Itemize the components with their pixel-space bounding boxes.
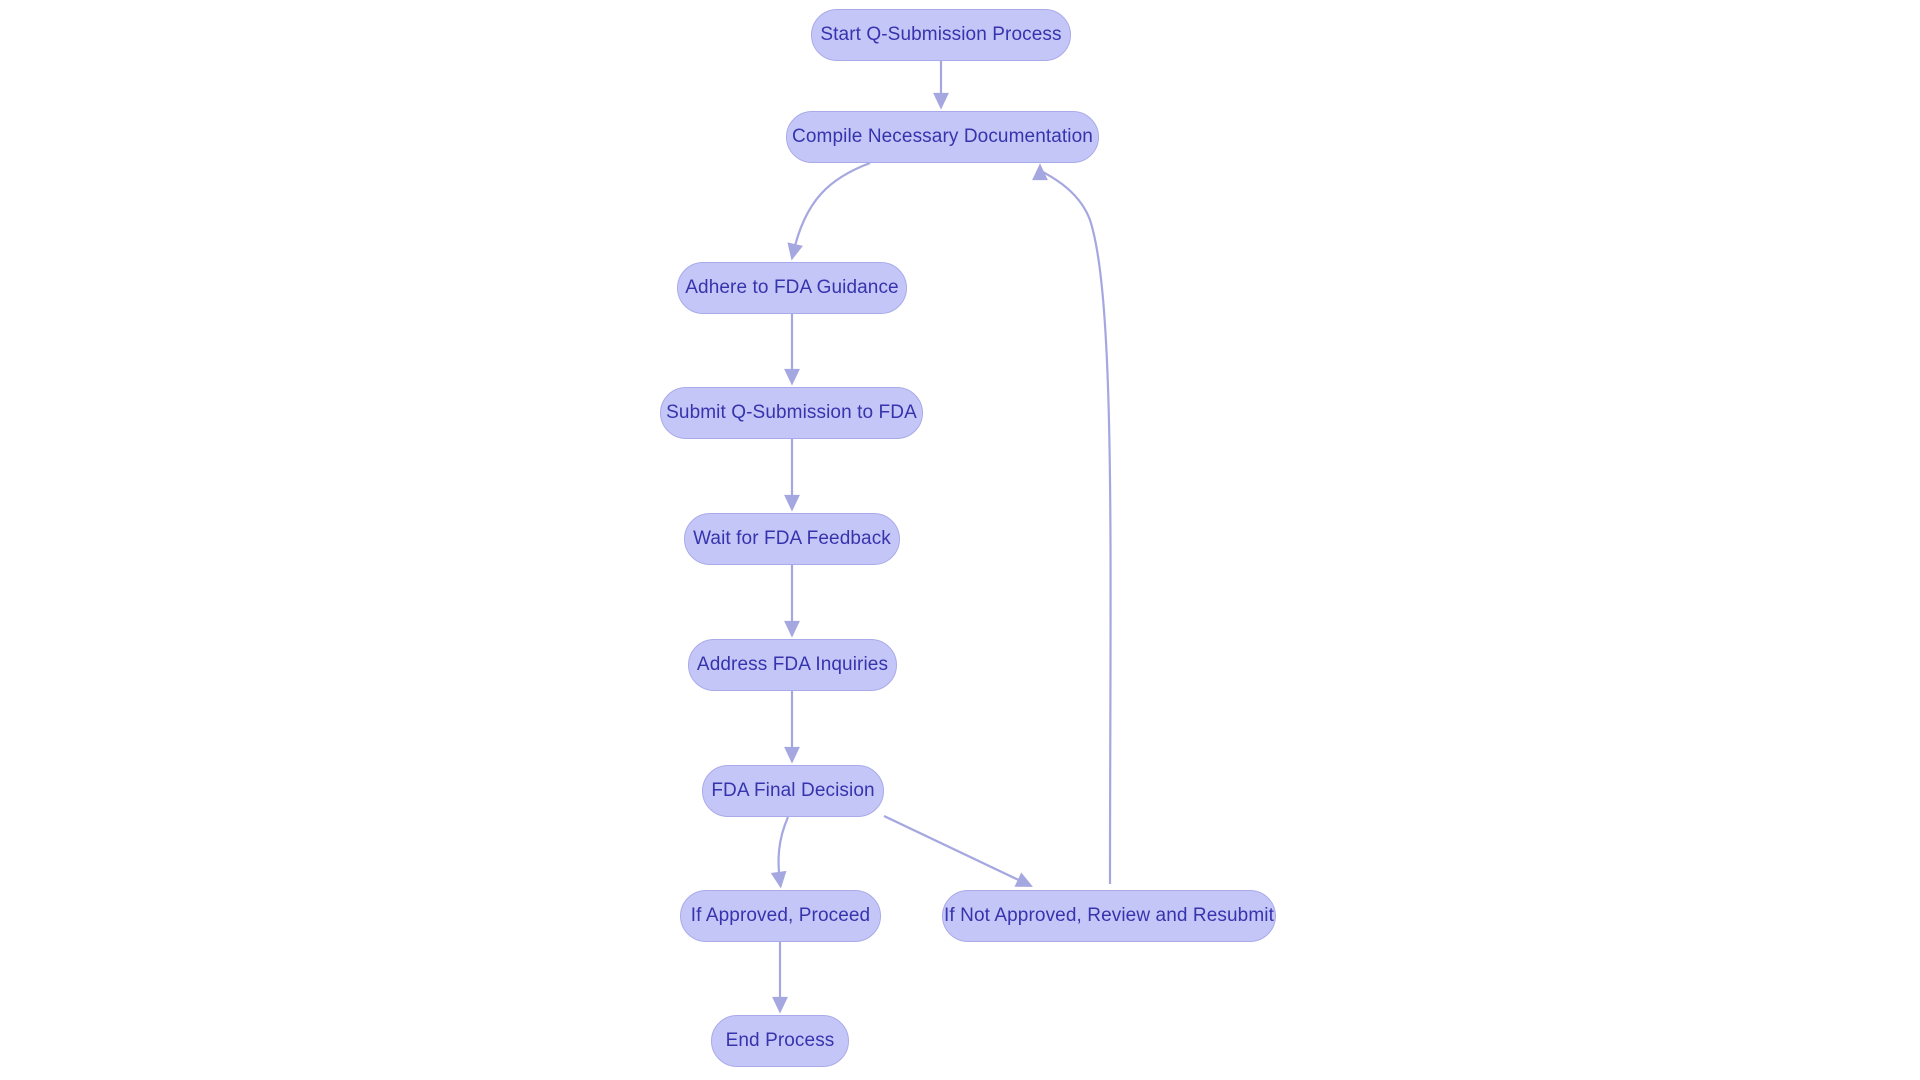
node-compile-documentation-label: Compile Necessary Documentation <box>792 126 1093 147</box>
node-adhere-fda-guidance-label: Adhere to FDA Guidance <box>685 277 899 298</box>
node-wait-fda-feedback[interactable]: Wait for FDA Feedback <box>684 513 900 565</box>
node-if-approved-proceed[interactable]: If Approved, Proceed <box>680 890 881 942</box>
edge-not-approved-to-compile <box>1032 163 1112 885</box>
node-if-not-approved-resubmit[interactable]: If Not Approved, Review and Resubmit <box>942 890 1276 942</box>
node-if-approved-proceed-label: If Approved, Proceed <box>690 905 871 926</box>
node-if-not-approved-resubmit-label: If Not Approved, Review and Resubmit <box>944 905 1274 926</box>
edge-decision-to-not-approved <box>883 815 1033 887</box>
node-start[interactable]: Start Q-Submission Process <box>811 9 1071 61</box>
node-start-label: Start Q-Submission Process <box>820 24 1062 45</box>
node-submit-q-submission[interactable]: Submit Q-Submission to FDA <box>660 387 923 439</box>
node-address-fda-inquiries-label: Address FDA Inquiries <box>696 654 889 675</box>
node-wait-fda-feedback-label: Wait for FDA Feedback <box>693 528 891 549</box>
flowchart-canvas: Start Q-Submission Process Compile Neces… <box>0 0 1920 1080</box>
node-fda-final-decision[interactable]: FDA Final Decision <box>702 765 884 817</box>
edge-compile-to-adhere <box>787 161 871 261</box>
node-end-process-label: End Process <box>725 1030 835 1051</box>
node-end-process[interactable]: End Process <box>711 1015 849 1067</box>
node-address-fda-inquiries[interactable]: Address FDA Inquiries <box>688 639 897 691</box>
node-fda-final-decision-label: FDA Final Decision <box>711 780 875 801</box>
edge-decision-to-approved <box>770 816 790 889</box>
node-submit-q-submission-label: Submit Q-Submission to FDA <box>666 402 917 423</box>
node-adhere-fda-guidance[interactable]: Adhere to FDA Guidance <box>677 262 907 314</box>
node-compile-documentation[interactable]: Compile Necessary Documentation <box>786 111 1099 163</box>
